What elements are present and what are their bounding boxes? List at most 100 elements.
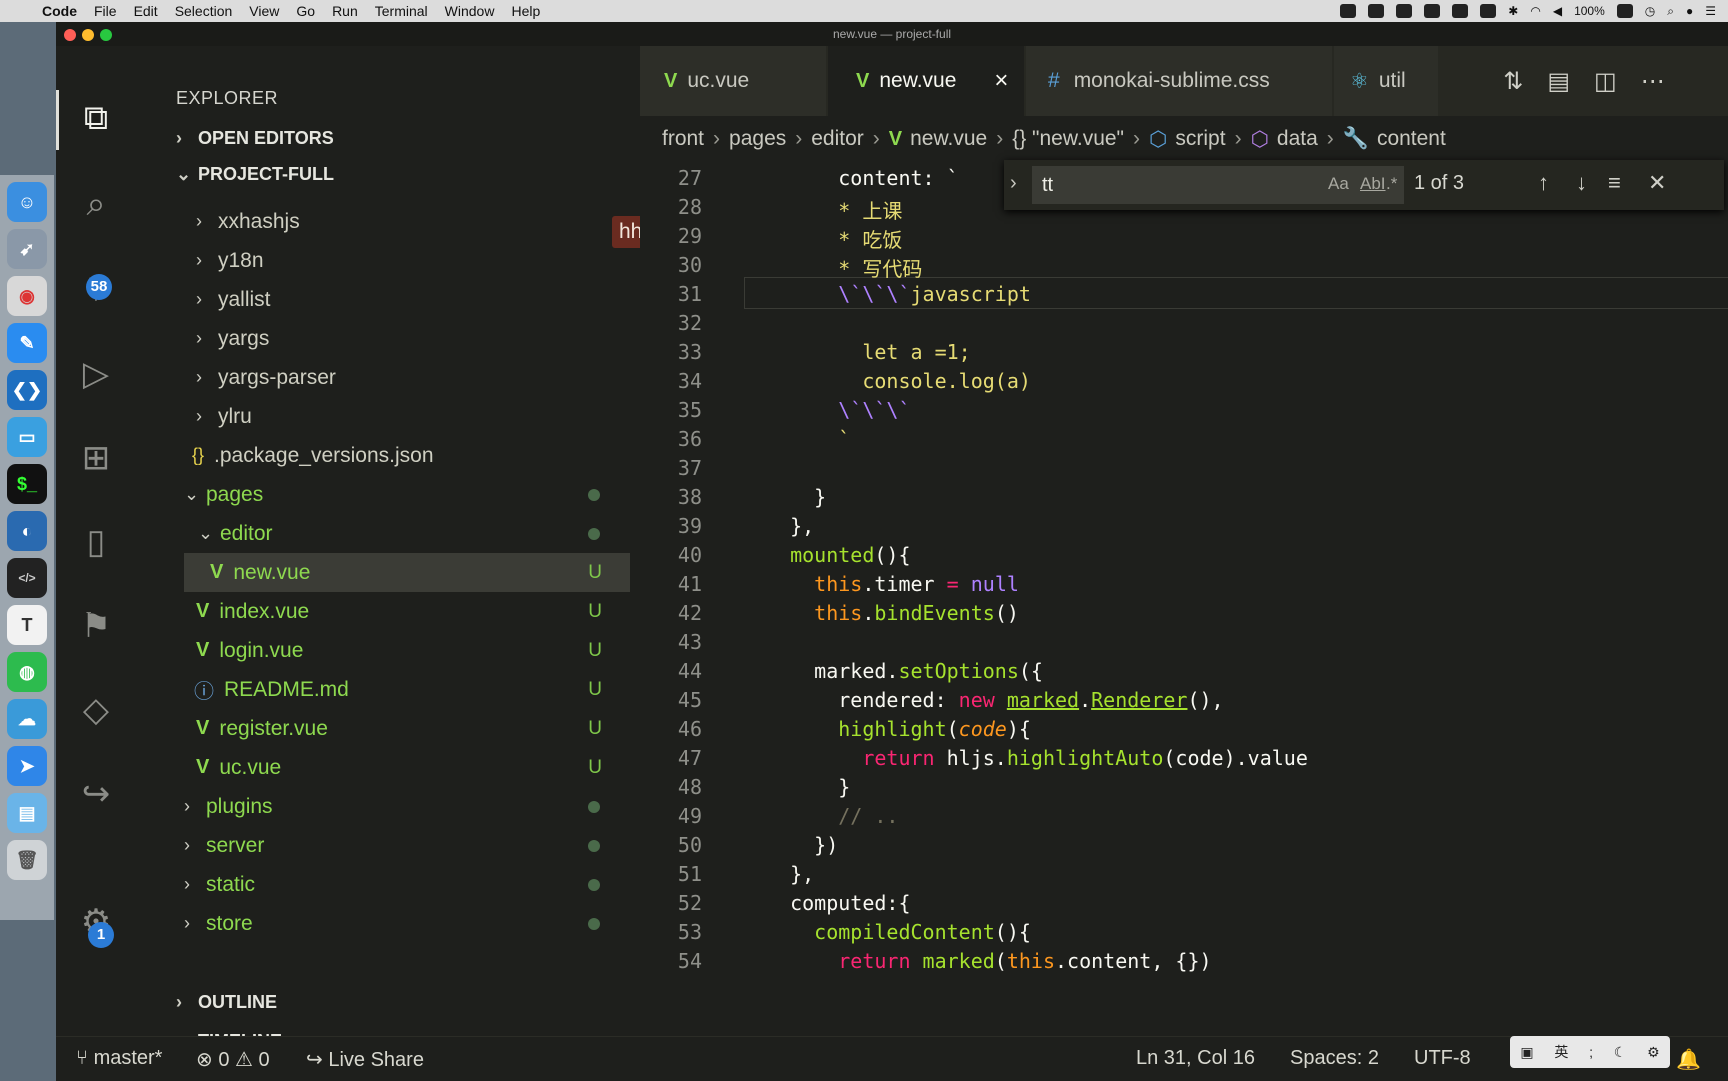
open-editors-section[interactable]: › OPEN EDITORS (176, 128, 334, 149)
project-section[interactable]: ⌄ PROJECT-FULL (176, 164, 334, 185)
crumb-script[interactable]: script (1175, 127, 1225, 151)
keynote-icon[interactable]: ▭ (7, 417, 47, 457)
status-app-icon[interactable] (1396, 4, 1413, 18)
ime-punctuation-icon[interactable]: ; (1589, 1044, 1593, 1060)
tree-item-uc-vue[interactable]: Vuc.vue U (184, 748, 630, 787)
tree-item-new-vue[interactable]: Vnew.vue U (184, 553, 630, 592)
tree-item-xxhashjs[interactable]: › xxhashjs (184, 202, 630, 241)
finder-icon[interactable]: ☺ (7, 182, 47, 222)
status-app-icon[interactable] (1452, 4, 1469, 18)
tree-item-yargs[interactable]: › yargs (184, 319, 630, 358)
siri-icon[interactable]: ● (1686, 4, 1693, 18)
compare-changes-icon[interactable]: ⇅ (1503, 67, 1523, 96)
search-icon[interactable]: ⌕ (74, 182, 118, 226)
branch-indicator[interactable]: ⑂ master* (76, 1047, 162, 1070)
clock-icon[interactable]: ◷ (1645, 4, 1655, 18)
find-in-selection-icon[interactable]: ≡ (1608, 170, 1621, 196)
vscode-icon[interactable]: ❮❯ (7, 370, 47, 410)
tree-item-package-versions[interactable]: {} .package_versions.json (184, 436, 630, 475)
battery-label[interactable]: 100% (1574, 4, 1605, 18)
tree-item-static[interactable]: › static (184, 865, 630, 904)
menu-view[interactable]: View (249, 3, 279, 19)
menu-run[interactable]: Run (332, 3, 358, 19)
tree-item-server[interactable]: › server (184, 826, 630, 865)
tree-item-pages[interactable]: ⌄ pages (184, 475, 630, 514)
indentation[interactable]: Spaces: 2 (1290, 1047, 1379, 1070)
zoom-window-button[interactable] (100, 29, 112, 41)
menu-terminal[interactable]: Terminal (375, 3, 428, 19)
bookmarks-icon[interactable]: ⚑ (74, 604, 118, 648)
split-editor-icon[interactable]: ◫ (1594, 67, 1617, 96)
next-match-icon[interactable]: ↓ (1576, 170, 1587, 196)
crumb-file[interactable]: new.vue (910, 127, 987, 151)
edge-icon[interactable]: ◐ (7, 511, 47, 551)
explorer-icon[interactable]: ⧉ (74, 96, 118, 140)
run-debug-icon[interactable]: ▷ (74, 352, 118, 396)
tree-item-register-vue[interactable]: Vregister.vue U (184, 709, 630, 748)
wifi-icon[interactable]: ◠ (1530, 4, 1540, 18)
more-actions-icon[interactable]: ⋯ (1641, 67, 1665, 96)
status-app-icon[interactable] (1480, 4, 1497, 18)
tree-item-y18n[interactable]: › y18n (184, 241, 630, 280)
match-case-icon[interactable]: Aa (1328, 174, 1349, 194)
menu-edit[interactable]: Edit (134, 3, 158, 19)
open-preview-icon[interactable]: ▤ (1547, 67, 1570, 96)
gitlens-icon[interactable]: ◇ (74, 688, 118, 732)
menu-window[interactable]: Window (445, 3, 495, 19)
menu-help[interactable]: Help (511, 3, 540, 19)
tree-item-readme[interactable]: ⓘ README.md U (184, 670, 630, 709)
spotlight-icon[interactable]: ⌕ (1667, 4, 1674, 19)
tab-new-vue[interactable]: Vnew.vue × (828, 46, 1024, 116)
crumb-content[interactable]: content (1377, 127, 1446, 151)
feishu-icon[interactable]: ➤ (7, 746, 47, 786)
whole-word-icon[interactable]: AbI (1360, 174, 1386, 194)
volume-icon[interactable]: ◀ (1553, 4, 1562, 18)
launchpad-icon[interactable]: ➹ (7, 229, 47, 269)
control-center-icon[interactable]: ☰ (1705, 4, 1716, 18)
close-find-icon[interactable]: ✕ (1648, 170, 1666, 196)
terminal-icon[interactable]: $_ (7, 464, 47, 504)
chrome-icon[interactable]: ◉ (7, 276, 47, 316)
tree-item-plugins[interactable]: › plugins (184, 787, 630, 826)
crumb-editor[interactable]: editor (811, 127, 864, 151)
menu-selection[interactable]: Selection (175, 3, 233, 19)
toggle-replace-icon[interactable]: › (1010, 172, 1017, 195)
notifications-bell-icon[interactable]: 🔔 (1676, 1047, 1701, 1072)
tab-util[interactable]: ⚛ util (1334, 46, 1438, 116)
regex-icon[interactable]: .* (1386, 174, 1397, 194)
close-window-button[interactable] (64, 29, 76, 41)
remote-explorer-icon[interactable]: ▯ (74, 520, 118, 564)
menu-go[interactable]: Go (296, 3, 315, 19)
status-app-icon[interactable] (1424, 4, 1441, 18)
status-app-icon[interactable] (1340, 4, 1357, 18)
tree-item-ylru[interactable]: › ylru (184, 397, 630, 436)
trash-icon[interactable]: 🗑 (7, 840, 47, 880)
ime-settings-icon[interactable]: ⚙ (1647, 1044, 1660, 1061)
tree-item-login-vue[interactable]: Vlogin.vue U (184, 631, 630, 670)
encoding[interactable]: UTF-8 (1414, 1047, 1471, 1070)
menu-file[interactable]: File (94, 3, 117, 19)
wechat-icon[interactable]: ◍ (7, 652, 47, 692)
notes-app-icon[interactable]: ✎ (7, 323, 47, 363)
crumb-front[interactable]: front (662, 127, 704, 151)
devtools-icon[interactable]: </> (7, 558, 47, 598)
typora-icon[interactable]: T (7, 605, 47, 645)
close-tab-icon[interactable]: × (994, 67, 1008, 95)
cursor-position[interactable]: Ln 31, Col 16 (1136, 1047, 1255, 1070)
bluetooth-icon[interactable]: ✱ (1508, 4, 1518, 18)
crumb-pages[interactable]: pages (729, 127, 786, 151)
tree-item-editor[interactable]: ⌄ editor (184, 514, 630, 553)
previous-match-icon[interactable]: ↑ (1538, 170, 1549, 196)
crumb-object[interactable]: {} "new.vue" (1012, 127, 1124, 151)
ime-language[interactable]: 英 (1554, 1042, 1568, 1062)
tree-item-store[interactable]: › store (184, 904, 630, 943)
menu-code[interactable]: Code (42, 3, 77, 19)
battery-icon[interactable] (1616, 4, 1633, 18)
status-app-icon[interactable] (1368, 4, 1385, 18)
cloud-app-icon[interactable]: ☁ (7, 699, 47, 739)
crumb-data[interactable]: data (1277, 127, 1318, 151)
extensions-icon[interactable]: ⊞ (74, 436, 118, 480)
code-editor[interactable]: 27 28 29 30 31 32 33 34 35 36 37 38 39 4… (640, 162, 1728, 1056)
downloads-folder-icon[interactable]: ▤ (7, 793, 47, 833)
minimize-window-button[interactable] (82, 29, 94, 41)
